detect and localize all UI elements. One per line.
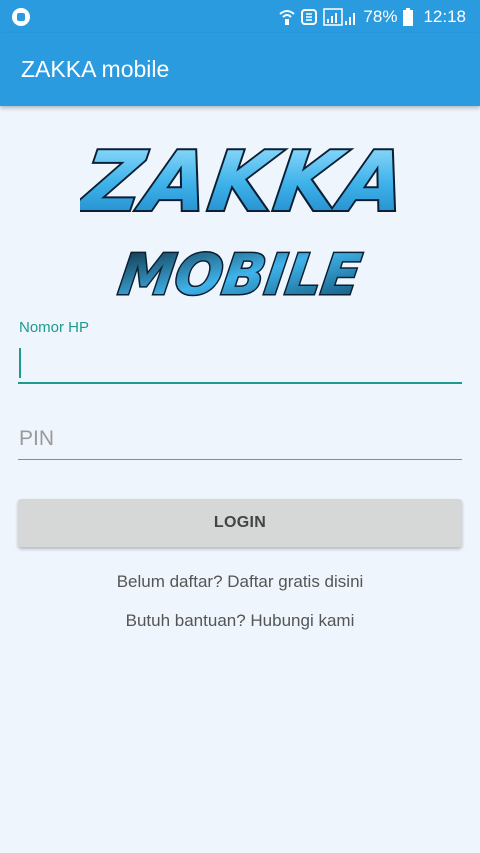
help-link[interactable]: Butuh bantuan? Hubungi kami: [0, 611, 480, 631]
data-icon: [301, 8, 318, 25]
battery-icon: [403, 7, 414, 26]
notification-icon: [12, 7, 30, 26]
clock: 12:18: [423, 6, 466, 26]
battery-percent: 78%: [363, 6, 398, 26]
logo-text-zakka: ZAKKA: [80, 135, 400, 230]
status-bar: 78% 12:18: [0, 0, 480, 33]
phone-label: Nomor HP: [19, 319, 90, 336]
text-cursor: [19, 348, 21, 378]
app-bar: ZAKKA mobile: [0, 33, 480, 106]
zakka-mobile-logo: ZAKKA MOBILE: [80, 133, 400, 308]
register-link[interactable]: Belum daftar? Daftar gratis disini: [0, 572, 480, 592]
pin-input[interactable]: [18, 418, 462, 460]
wifi-calling-icon: [279, 9, 296, 25]
logo-text-mobile: MOBILE: [115, 243, 365, 308]
app-title: ZAKKA mobile: [21, 56, 170, 82]
phone-number-input[interactable]: [18, 340, 462, 384]
signal-icon: [323, 7, 356, 26]
login-button[interactable]: LOGIN: [18, 499, 462, 547]
